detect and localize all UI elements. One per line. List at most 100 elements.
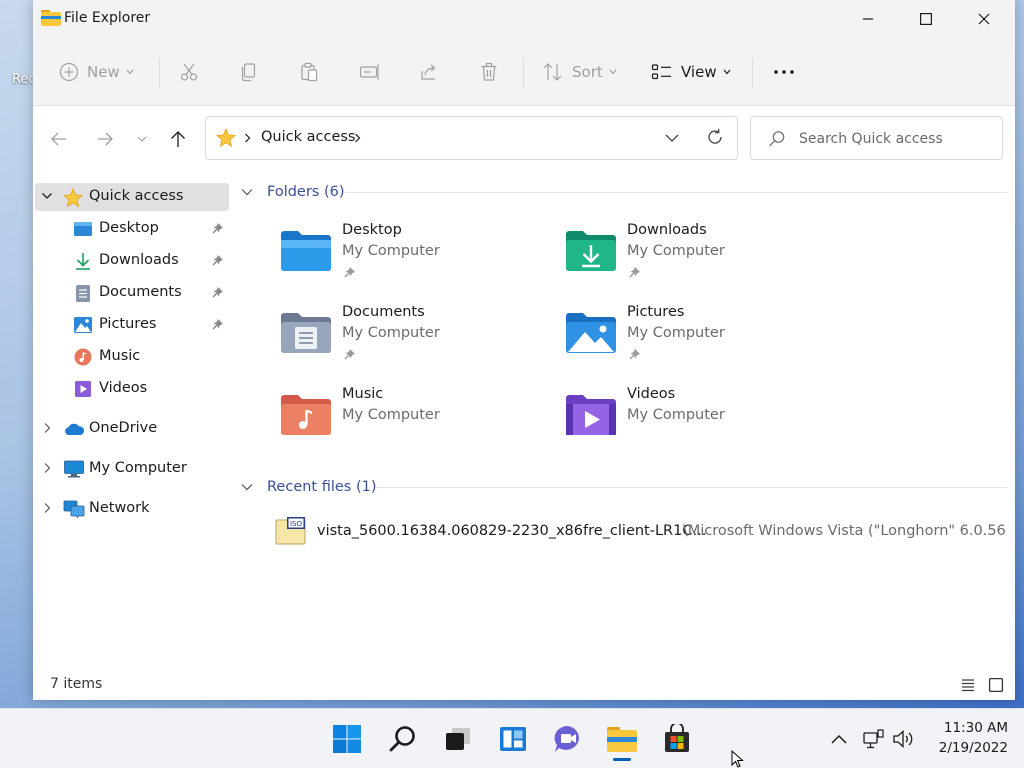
minimize-icon [863, 18, 873, 20]
close-button[interactable] [955, 0, 1013, 38]
folder-tile-desktop[interactable]: Desktop My Computer [278, 222, 558, 296]
onedrive-icon [65, 423, 85, 435]
chevron-down-icon[interactable] [665, 134, 679, 143]
address-location[interactable]: Quick access [261, 129, 355, 145]
chat-button[interactable] [550, 721, 586, 757]
pin-icon[interactable] [210, 222, 224, 236]
rename-button[interactable] [359, 58, 381, 86]
sidebar-item-desktop[interactable]: Desktop [35, 215, 229, 243]
folder-tile-documents[interactable]: Documents My Computer [278, 304, 558, 378]
pin-icon[interactable] [342, 348, 356, 362]
network-icon [63, 500, 85, 518]
share-button[interactable] [419, 58, 439, 86]
computer-icon [64, 460, 84, 478]
paste-button[interactable] [299, 58, 319, 86]
details-view-icon[interactable] [960, 677, 976, 693]
recent-locations-button[interactable] [129, 126, 155, 152]
videos-folder-icon [566, 395, 616, 435]
recent-file-path: ...\Microsoft Windows Vista ("Longhorn" … [669, 523, 1005, 539]
sidebar-item-label: Network [89, 500, 150, 516]
recent-file-name: vista_5600.16384.060829-2230_x86fre_clie… [317, 523, 707, 539]
search-box[interactable] [750, 116, 1003, 160]
group-divider [375, 487, 1007, 488]
chevron-right-icon[interactable] [41, 462, 53, 474]
folder-tile-music[interactable]: Music My Computer [278, 386, 558, 460]
chevron-down-icon [723, 69, 731, 75]
sidebar-item-network[interactable]: Network [35, 495, 229, 523]
file-explorer-taskbar-button[interactable] [604, 721, 640, 757]
pin-icon[interactable] [210, 286, 224, 300]
sort-button[interactable]: Sort [542, 58, 617, 86]
folders-group-header[interactable]: Folders (6) [241, 180, 1007, 204]
chevron-down-icon[interactable] [41, 190, 53, 202]
documents-icon [76, 285, 90, 302]
up-button[interactable] [165, 126, 191, 152]
taskbar-clock[interactable]: 11:30 AM 2/19/2022 [928, 718, 1008, 758]
widgets-button[interactable] [495, 721, 531, 757]
file-explorer-icon [41, 10, 61, 26]
chevron-right-icon[interactable] [41, 422, 53, 434]
folder-tile-videos[interactable]: Videos My Computer [563, 386, 843, 460]
pin-icon[interactable] [210, 254, 224, 268]
sidebar-item-label: My Computer [89, 460, 187, 476]
sidebar-item-videos[interactable]: Videos [35, 375, 229, 403]
folder-location: My Computer [627, 325, 725, 341]
minimize-button[interactable] [839, 0, 897, 38]
recent-file-row[interactable]: ISO vista_5600.16384.060829-2230_x86fre_… [275, 516, 1005, 548]
tiles-view-icon[interactable] [988, 677, 1004, 693]
title-bar[interactable]: File Explorer [33, 0, 1015, 38]
new-button[interactable]: New [59, 58, 134, 86]
sidebar-item-pictures[interactable]: Pictures [35, 311, 229, 339]
sidebar-item-music[interactable]: Music [35, 343, 229, 371]
sidebar-item-onedrive[interactable]: OneDrive [35, 415, 229, 443]
maximize-icon [920, 13, 932, 25]
folder-tile-downloads[interactable]: Downloads My Computer [563, 222, 843, 296]
store-icon [665, 724, 689, 752]
pin-icon[interactable] [210, 318, 224, 332]
folder-name: Music [342, 386, 384, 402]
volume-button[interactable] [891, 727, 915, 751]
folder-location: My Computer [342, 243, 440, 259]
sidebar-item-documents[interactable]: Documents [35, 279, 229, 307]
store-button[interactable] [659, 721, 695, 757]
search-input[interactable] [799, 128, 995, 150]
recent-files-group-header[interactable]: Recent files (1) [241, 475, 1007, 499]
start-button[interactable] [329, 721, 365, 757]
address-bar[interactable]: Quick access [205, 116, 738, 160]
pin-icon[interactable] [627, 348, 641, 362]
toolbar-separator [159, 58, 160, 88]
folder-name: Videos [627, 386, 676, 402]
cut-button[interactable] [179, 58, 199, 86]
chevron-down-icon[interactable] [241, 188, 253, 196]
task-view-button[interactable] [440, 721, 476, 757]
star-icon [63, 188, 83, 207]
status-bar: 7 items [33, 670, 1015, 700]
folder-name: Desktop [342, 222, 402, 238]
sidebar-item-quick-access[interactable]: Quick access [35, 183, 229, 211]
pin-icon[interactable] [342, 266, 356, 280]
folder-name: Documents [342, 304, 425, 320]
taskbar-search-button[interactable] [385, 721, 421, 757]
see-more-button[interactable] [773, 58, 795, 86]
folder-tile-pictures[interactable]: Pictures My Computer [563, 304, 843, 378]
pin-icon[interactable] [627, 266, 641, 280]
cut-icon [180, 63, 198, 81]
music-folder-icon [281, 395, 331, 435]
sidebar-item-my-computer[interactable]: My Computer [35, 455, 229, 483]
maximize-button[interactable] [897, 0, 955, 38]
chevron-right-icon[interactable] [41, 502, 53, 514]
copy-button[interactable] [239, 58, 259, 86]
widgets-icon [500, 727, 526, 751]
show-hidden-icons-button[interactable] [827, 727, 851, 751]
view-button[interactable]: View [651, 58, 731, 86]
chevron-down-icon[interactable] [241, 483, 253, 491]
delete-button[interactable] [479, 58, 499, 86]
sidebar-item-downloads[interactable]: Downloads [35, 247, 229, 275]
chevron-right-icon[interactable] [354, 133, 361, 143]
sidebar-item-label: OneDrive [89, 420, 158, 436]
forward-button[interactable] [92, 126, 118, 152]
network-status-button[interactable] [861, 727, 885, 751]
chevron-down-icon [137, 136, 147, 142]
back-button[interactable] [46, 126, 72, 152]
refresh-icon[interactable] [706, 128, 724, 146]
